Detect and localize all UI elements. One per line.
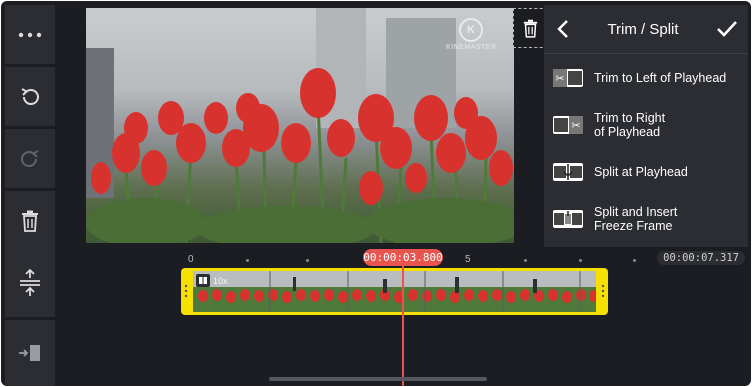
video-preview[interactable]: K KINEMASTER [86,8,514,243]
more-button[interactable] [5,5,55,64]
ruler-label-0: 0 [188,254,194,265]
split-freeze-label-2: Freeze Frame [594,218,673,233]
watermark-text: KINEMASTER [446,44,497,51]
confirm-check-icon[interactable] [716,20,738,38]
trash-icon [22,210,38,232]
more-icon [18,32,42,37]
ruler-label-5: 5 [465,254,471,265]
svg-text:✂: ✂ [571,119,580,132]
trim-right-label-2: of Playhead [594,124,661,139]
split-freeze-label-1: Split and Insert [594,204,678,219]
timeline: 0 5 00:00:03.800 00:00:07.317 10x [1,249,751,386]
right-trim-handle-icon[interactable] [601,284,605,298]
trim-left-option[interactable]: ✂ Trim to Left of Playhead [544,54,748,101]
clip-info: 10x [196,274,228,287]
delete-button[interactable] [5,191,55,250]
split-freeze-icon [553,209,583,228]
split-icon [553,162,583,181]
video-clip[interactable]: 10x [181,268,608,315]
trim-left-icon: ✂ [553,68,583,87]
svg-text:✂: ✂ [555,72,564,85]
total-duration-badge: 00:00:07.317 [657,251,745,265]
trim-right-label-1: Trim to Right [594,110,666,125]
kinemaster-logo-icon: K [459,18,483,42]
undo-icon [21,87,39,105]
trim-split-panel: Trim / Split ✂ Trim to Left of Playhead … [544,5,748,247]
trim-right-icon: ✂ [553,115,583,134]
timeline-scrollbar[interactable] [269,377,487,381]
expand-timeline-button[interactable] [5,249,55,317]
kinemaster-watermark: K KINEMASTER [446,18,496,51]
clip-film-icon [196,274,210,287]
playhead[interactable] [402,262,404,386]
vertical-expand-icon [20,269,40,296]
trim-right-option[interactable]: ✂ Trim to Right of Playhead [544,101,748,148]
split-freeze-option[interactable]: Split and Insert Freeze Frame [544,195,748,242]
split-option[interactable]: Split at Playhead [544,148,748,195]
split-label: Split at Playhead [594,164,688,179]
undo-button[interactable] [5,67,55,126]
redo-button[interactable] [5,129,55,188]
trash-icon [523,19,538,38]
insert-clip-icon [19,345,40,361]
redo-icon [21,149,39,167]
clip-speed-badge: 10x [213,275,228,286]
left-trim-handle-icon[interactable] [184,284,188,298]
trim-left-label: Trim to Left of Playhead [594,70,727,85]
clip-thumbnails: 10x [193,271,596,312]
panel-header: Trim / Split [544,5,748,54]
insert-clip-button[interactable] [5,320,55,386]
panel-title: Trim / Split [607,20,679,38]
app-window: K KINEMASTER Trim / Split ✂ Trim to Left… [1,1,751,386]
delete-clip-button[interactable] [513,8,548,48]
back-chevron-icon[interactable] [556,19,570,39]
